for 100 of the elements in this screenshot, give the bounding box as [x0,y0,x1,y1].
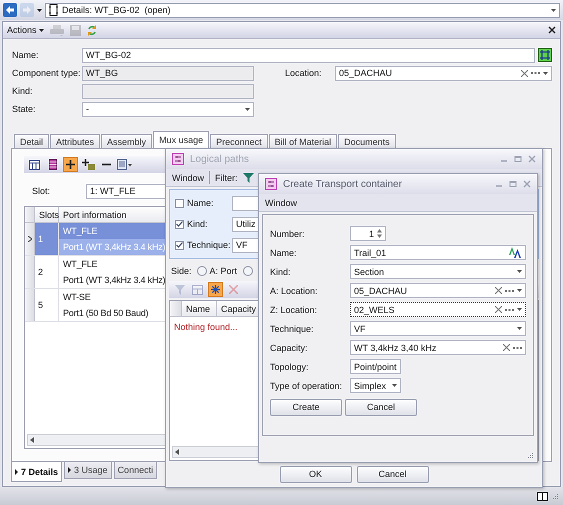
name-field[interactable]: WT_BG-02 [82,48,535,62]
text-style-icon[interactable] [509,247,522,258]
caret-icon [392,384,397,387]
clear-icon[interactable] [503,344,510,351]
empty-message: Nothing found... [174,322,238,332]
state-dropdown[interactable]: - [82,102,254,116]
toolbar-button[interactable] [81,157,96,172]
bottom-tab[interactable]: Connecti [114,462,158,479]
create-button[interactable]: Create [270,398,342,416]
window-title: Logical paths [190,154,250,164]
plus-icon [66,160,75,169]
rows-icon [48,159,56,170]
delete-icon [229,285,238,294]
column-header[interactable]: Name [182,301,217,316]
window-title: Create Transport container [283,178,403,190]
close-icon[interactable] [548,26,556,34]
tab[interactable]: Bill of Material [268,134,338,148]
menu-item[interactable]: Window [172,172,204,182]
caret-icon [543,72,548,74]
resize-grip-icon[interactable] [552,492,559,500]
column-header[interactable]: Slots [35,207,59,222]
readonly-field: WT_BG [82,66,254,80]
bottom-tab[interactable]: 7 Details [11,462,62,482]
export-icon [117,159,132,170]
caret-icon [551,8,556,12]
field-label: Location: [285,67,323,79]
row-header [25,289,35,321]
number-spinner[interactable]: 1 [350,226,386,241]
tab[interactable]: Detail [14,134,50,148]
field-label: Kind: [270,266,292,278]
location-field[interactable]: 05_DACHAU [350,283,526,298]
resize-grip-icon[interactable] [527,452,534,459]
window-icon [172,153,184,165]
field-label: Technique: [270,322,315,334]
tab[interactable]: Attributes [50,134,100,148]
filter-icon [174,284,184,294]
refresh-icon[interactable] [86,24,97,36]
asterisk-icon [211,285,220,294]
field-label: Type of operation: [270,380,344,392]
filter-label: Filter: [215,172,238,182]
tab[interactable]: Preconnect [210,134,268,148]
field-label: Capacity: [270,342,309,354]
field-label: State: [12,103,37,115]
field-label: Number: [270,228,306,240]
caret-icon [245,108,250,110]
dropdown-field[interactable]: Point/point [350,359,401,374]
toolbar-button[interactable] [63,157,78,172]
checkbox-label: Name: [187,197,215,209]
radio-button[interactable] [196,266,207,276]
cancel-button[interactable]: Cancel [345,398,417,416]
checkbox[interactable] [175,220,184,228]
add-item-icon [82,159,95,170]
tab[interactable]: Assembly [101,134,152,148]
ok-button[interactable]: OK [280,466,352,482]
field-label: Name: [12,49,40,61]
tab[interactable]: Mux usage [153,131,210,148]
field-label: Component type: [12,67,82,79]
field-label: Slot: [32,185,52,197]
bottom-tab[interactable]: 3 Usage [64,462,112,479]
field-label: Topology: [270,360,310,372]
clear-icon[interactable] [495,287,502,294]
toolbar-button[interactable] [27,157,42,172]
location-field[interactable]: 02_WELS [350,302,526,317]
back-icon[interactable] [3,3,17,17]
dropdown-field[interactable]: Section [350,264,526,279]
tab[interactable]: Documents [338,134,396,148]
cancel-button[interactable]: Cancel [356,466,428,482]
caret-icon [517,308,522,311]
name-field[interactable]: Trail_01 [350,245,526,260]
caret-icon [38,28,44,32]
component-icon[interactable] [538,48,552,62]
dropdown-field[interactable]: Simplex [350,378,401,393]
field-label: Kind: [12,85,34,97]
actions-menu[interactable]: Actions [7,25,44,35]
address-field[interactable]: Details: WT_BG-02 (open) [45,2,560,18]
field-label: A: Location: [270,284,319,296]
spin-arrows-icon[interactable] [377,229,382,238]
location-field[interactable]: 05_DACHAU [335,66,552,80]
menu-item[interactable]: Window [265,198,298,208]
book-icon[interactable] [537,492,548,500]
document-icon [49,4,58,16]
columns-icon [29,160,40,170]
side-label: Side: [171,266,192,276]
table-cell[interactable]: 5 [35,289,59,321]
clear-icon[interactable] [495,306,502,313]
capacity-field[interactable]: WT 3,4kHz 3,40 kHz [350,340,526,355]
dropdown-field[interactable]: VF [350,321,526,336]
clear-icon[interactable] [521,70,528,76]
radio-button[interactable] [243,266,254,276]
field-label: Name: [270,246,298,258]
caret-icon [517,327,522,330]
table-cell[interactable]: 2 [35,256,59,288]
field-label: Z: Location: [270,304,318,316]
checkbox-label: Kind: [187,218,209,230]
history-caret-icon [37,8,42,12]
checkbox[interactable] [175,198,184,208]
checkbox-label: Technique: [187,239,232,251]
scroll-left-icon[interactable] [30,437,34,443]
checkbox[interactable] [175,240,184,250]
scroll-left-icon[interactable] [175,449,179,455]
